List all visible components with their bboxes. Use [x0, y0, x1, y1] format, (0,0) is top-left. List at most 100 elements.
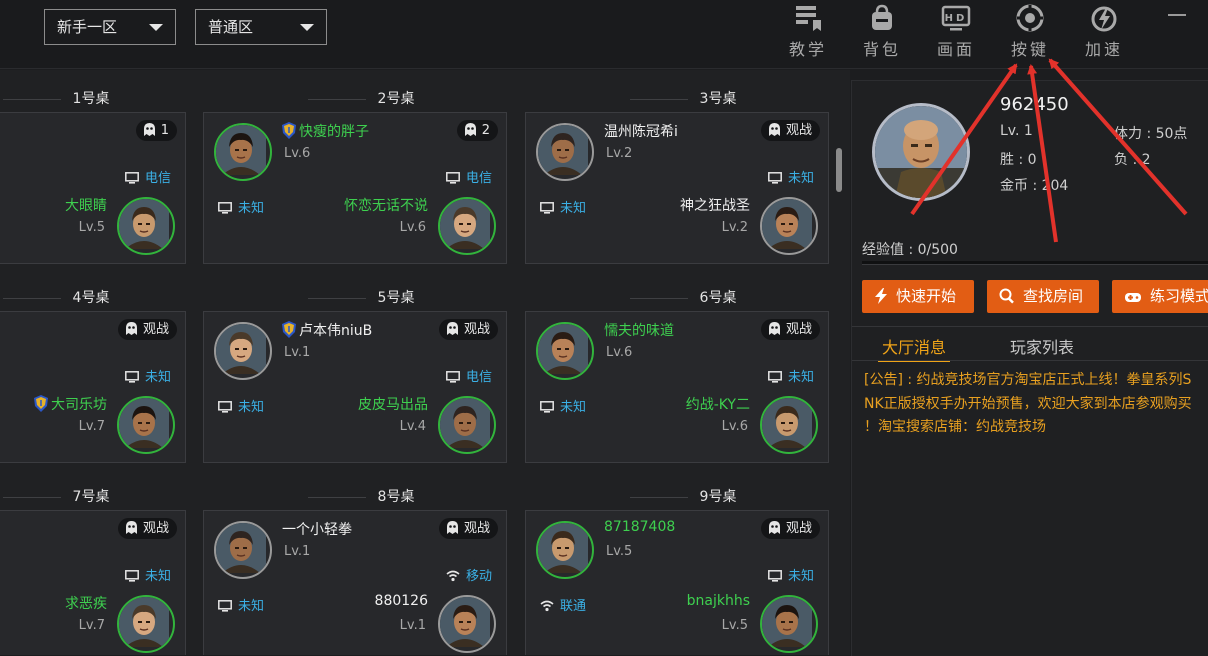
display-button[interactable]: HD 画面 [926, 4, 986, 60]
badge-label: 2 [481, 123, 490, 138]
network-label: 未知 [144, 370, 171, 385]
player-avatar[interactable] [438, 197, 496, 255]
player-name-text: 温州陈冠希i [604, 124, 678, 140]
minimize-button[interactable] [1168, 14, 1186, 16]
practice-mode-button[interactable]: 练习模式 [1112, 280, 1208, 313]
game-table-card[interactable]: 1utou电信大眼睛Lv.5 [0, 112, 186, 264]
svg-text:HD: HD [945, 13, 968, 24]
badge-label: 1 [160, 123, 169, 138]
player-level: Lv.5 [721, 618, 748, 633]
network-label: 未知 [787, 370, 814, 385]
network-status: 未知 [218, 197, 264, 216]
backpack-button[interactable]: 背包 [852, 4, 912, 60]
network-label: 电信 [144, 171, 171, 186]
backpack-icon [872, 4, 892, 30]
announcement-line: [公告] : 约战竞技场官方淘宝店正式上线！拳皇系列S [864, 372, 1192, 388]
game-table-card[interactable]: 观战 懦夫的味道 Lv.6 未知 约战-KY二 Lv.6 未知 [525, 311, 829, 463]
badge-label: 观战 [785, 123, 812, 138]
ghost-icon [143, 123, 155, 136]
ghost-icon [768, 123, 780, 136]
quick-start-button[interactable]: 快速开始 [862, 280, 974, 313]
network-label: 未知 [144, 569, 171, 584]
tutorial-label: 教学 [788, 40, 827, 59]
tutorial-button[interactable]: 教学 [778, 4, 838, 60]
spectator-badge[interactable]: 1 [135, 120, 177, 141]
network-status: 电信 [446, 366, 492, 385]
player-name: 大眼睛 [65, 195, 107, 215]
chevron-down-icon [300, 24, 314, 31]
player-wins: 胜 : 0 [1000, 152, 1037, 168]
spectator-badge[interactable]: 观战 [760, 319, 820, 340]
spectator-badge[interactable]: 观战 [438, 518, 498, 539]
player-name: 87187408 [604, 519, 675, 535]
spectator-badge[interactable]: 2 [456, 120, 498, 141]
server-select[interactable]: 新手一区 [44, 9, 176, 45]
player-name-text: 神之狂战圣 [680, 198, 750, 214]
player-avatar[interactable] [214, 521, 272, 579]
table-name: 4号桌 [72, 290, 110, 306]
player-avatar[interactable] [214, 123, 272, 181]
ghost-icon [464, 123, 476, 136]
player-avatar[interactable] [117, 595, 175, 653]
speedup-button[interactable]: 加速 [1074, 4, 1134, 60]
game-table-card[interactable]: 观战 一个小轻拳 Lv.1 移动 880126 Lv.1 未知 [203, 510, 507, 655]
exp-progress-bar [862, 261, 1208, 265]
player-avatar[interactable] [214, 322, 272, 380]
player-avatar[interactable] [536, 322, 594, 380]
table-name: 8号桌 [377, 489, 415, 505]
player-name: 880126 [375, 593, 428, 609]
tab-player-list[interactable]: 玩家列表 [1010, 334, 1074, 358]
table-name: 2号桌 [377, 91, 415, 107]
find-room-button[interactable]: 查找房间 [987, 280, 1099, 313]
keys-button[interactable]: 按键 [1000, 4, 1060, 60]
player-avatar[interactable] [536, 123, 594, 181]
table-lobby: 1号桌1utou电信大眼睛Lv.52号桌2I快瘦的胖子Lv.6电信怀恋无话不说L… [0, 70, 850, 655]
divider [629, 98, 688, 100]
spectator-badge[interactable]: 观战 [760, 518, 820, 539]
player-level: Lv.5 [606, 544, 633, 559]
divider [2, 98, 61, 100]
network-status: 移动 [446, 565, 492, 584]
game-table-card[interactable]: 观战 87187408 Lv.5 未知 bnajkhhs Lv.5 联通 [525, 510, 829, 655]
player-avatar[interactable] [760, 595, 818, 653]
gamepad-icon [1125, 293, 1141, 302]
spectator-badge[interactable]: 观战 [760, 120, 820, 141]
spectator-badge[interactable]: 观战 [438, 319, 498, 340]
player-avatar[interactable] [438, 396, 496, 454]
player-avatar[interactable] [760, 197, 818, 255]
network-status: 未知 [768, 366, 814, 385]
player-avatar[interactable] [536, 521, 594, 579]
player-avatar[interactable] [438, 595, 496, 653]
player-id: 962450 [1000, 94, 1069, 115]
announcement-line: NK正版授权手办开始预售，欢迎大家到本店参观购买 [864, 395, 1192, 412]
game-table-card[interactable]: 2 I 快瘦的胖子 Lv.6 电信 怀恋无话不说 Lv.6 未知 [203, 112, 507, 264]
player-name: 皮皮马出品 [358, 394, 428, 414]
chevron-down-icon [149, 24, 163, 31]
game-table-card[interactable]: 观战 I 卢本伟niuB Lv.1 电信 皮皮马出品 Lv.4 未知 [203, 311, 507, 463]
spectator-badge[interactable]: 观战 [117, 518, 177, 539]
game-table-card[interactable]: 观战 温州陈冠希i Lv.2 未知 神之狂战圣 Lv.2 未知 [525, 112, 829, 264]
player-avatar[interactable] [760, 396, 818, 454]
network-status: 电信 [125, 167, 171, 186]
speedup-label: 加速 [1084, 40, 1123, 59]
player-level: Lv.6 [606, 345, 633, 360]
game-table-card[interactable]: 观战瑭未知I大司乐坊Lv.7 [0, 311, 186, 463]
scrollbar-thumb[interactable] [836, 148, 842, 192]
tab-lobby-messages[interactable]: 大厅消息 [878, 334, 951, 362]
badge-label: 观战 [463, 322, 490, 337]
badge-label: 观战 [142, 322, 169, 337]
svg-text:I: I [40, 399, 43, 408]
player-coins: 金币 : 204 [1000, 178, 1069, 194]
game-table-card[interactable]: 观战088未知求恶疾Lv.7 [0, 510, 186, 655]
player-name-text: 皮皮马出品 [358, 397, 428, 413]
zone-select[interactable]: 普通区 [195, 9, 327, 45]
divider [2, 297, 61, 299]
player-avatar[interactable] [117, 396, 175, 454]
player-level: Lv. 1 [1000, 123, 1033, 139]
spectator-badge[interactable]: 观战 [117, 319, 177, 340]
network-status: 电信 [446, 167, 492, 186]
ghost-icon [768, 521, 780, 534]
player-avatar[interactable] [117, 197, 175, 255]
player-avatar [872, 103, 970, 201]
ghost-icon [125, 521, 137, 534]
